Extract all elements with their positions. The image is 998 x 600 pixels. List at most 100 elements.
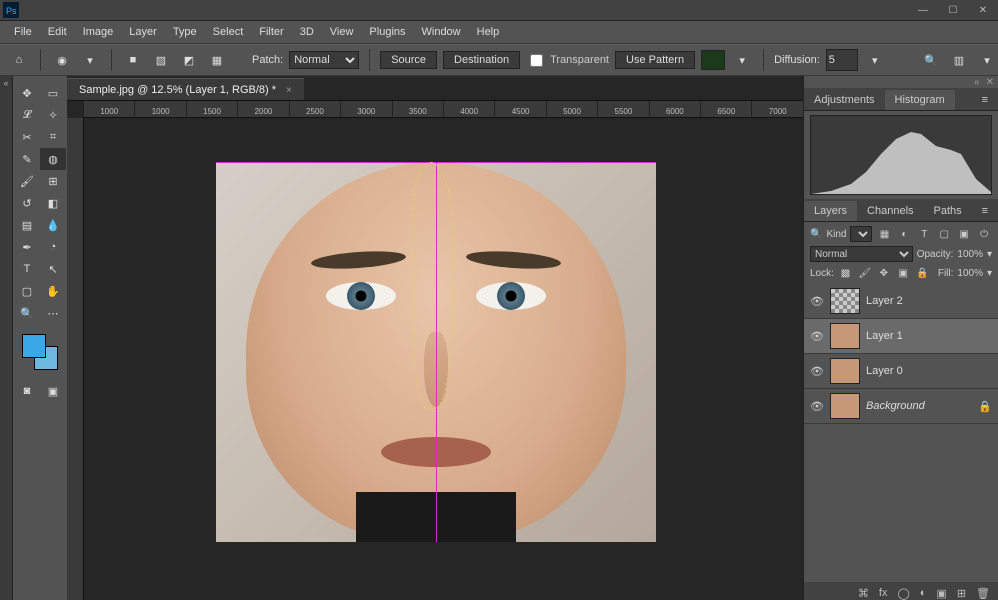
- tab-paths[interactable]: Paths: [924, 201, 972, 221]
- layer-name-label[interactable]: Layer 0: [866, 365, 903, 377]
- chevron-down-icon[interactable]: ▾: [79, 49, 101, 71]
- diffusion-input[interactable]: [826, 49, 858, 71]
- quick-mask-tool[interactable]: ◙: [14, 380, 40, 402]
- layer-thumbnail[interactable]: [830, 358, 860, 384]
- tab-layers[interactable]: Layers: [804, 201, 857, 221]
- menu-filter[interactable]: Filter: [251, 23, 291, 41]
- shape-tool[interactable]: ▢: [14, 280, 40, 302]
- patch-tool[interactable]: ◍: [40, 148, 66, 170]
- layer-mask-icon[interactable]: ◯: [897, 587, 909, 600]
- lasso-tool[interactable]: 𝓛: [14, 104, 40, 126]
- layer-name-label[interactable]: Layer 2: [866, 295, 903, 307]
- layer-name-label[interactable]: Background: [866, 400, 925, 412]
- use-pattern-button[interactable]: Use Pattern: [615, 51, 695, 69]
- search-icon[interactable]: 🔍: [920, 49, 942, 71]
- chevron-down-icon[interactable]: ▾: [976, 49, 998, 71]
- tab-histogram[interactable]: Histogram: [885, 90, 955, 110]
- new-adjustment-icon[interactable]: ◐: [920, 587, 927, 599]
- menu-image[interactable]: Image: [75, 23, 122, 41]
- edit-toolbar[interactable]: ⋯: [40, 302, 66, 324]
- frame-tool[interactable]: ⌗: [40, 126, 66, 148]
- crop-tool[interactable]: ✂: [14, 126, 40, 148]
- layer-thumbnail[interactable]: [830, 393, 860, 419]
- destination-button[interactable]: Destination: [443, 51, 520, 69]
- home-icon[interactable]: ⌂: [8, 49, 30, 71]
- pen-tool[interactable]: ✒: [14, 236, 40, 258]
- delete-layer-icon[interactable]: 🗑: [976, 587, 990, 600]
- chevron-down-icon[interactable]: ▾: [987, 268, 992, 279]
- marquee-tool[interactable]: ▭: [40, 82, 66, 104]
- transparent-checkbox[interactable]: Transparent: [526, 51, 609, 70]
- screen-mode-tool[interactable]: ▣: [40, 380, 66, 402]
- layer-fx-icon[interactable]: fx: [879, 587, 888, 599]
- filter-smart-icon[interactable]: ▣: [956, 227, 972, 241]
- sel-add-icon[interactable]: ▧: [150, 49, 172, 71]
- lock-icon[interactable]: 🔒: [978, 400, 992, 413]
- lock-artboard-icon[interactable]: ▣: [895, 266, 910, 280]
- tab-adjustments[interactable]: Adjustments: [804, 90, 885, 110]
- zoom-tool[interactable]: 🔍: [14, 302, 40, 324]
- brush-tool[interactable]: 🖌: [14, 170, 40, 192]
- layer-row[interactable]: 👁 Layer 2: [804, 284, 998, 319]
- visibility-toggle[interactable]: 👁: [810, 295, 824, 308]
- color-swatches[interactable]: [22, 334, 58, 370]
- filter-adjust-icon[interactable]: ◐: [896, 227, 912, 241]
- patch-selection[interactable]: [411, 162, 453, 409]
- wand-tool[interactable]: ✧: [40, 104, 66, 126]
- link-layers-icon[interactable]: ⌘: [858, 587, 869, 600]
- visibility-toggle[interactable]: 👁: [810, 365, 824, 378]
- hand-tool[interactable]: ✋: [40, 280, 66, 302]
- menu-file[interactable]: File: [6, 23, 40, 41]
- menu-window[interactable]: Window: [414, 23, 469, 41]
- gradient-tool[interactable]: ▤: [14, 214, 40, 236]
- panel-close-icon[interactable]: ✕: [986, 77, 994, 88]
- menu-select[interactable]: Select: [205, 23, 252, 41]
- horizontal-ruler[interactable]: 1000 1000 1500 2000 2500 3000 3500 4000 …: [83, 101, 803, 118]
- new-group-icon[interactable]: ▣: [936, 587, 946, 600]
- filter-type-icon[interactable]: T: [916, 227, 932, 241]
- window-minimize-button[interactable]: —: [908, 0, 938, 20]
- chevron-down-icon[interactable]: ▾: [731, 49, 753, 71]
- panel-menu-icon[interactable]: ≡: [972, 201, 998, 221]
- fill-value[interactable]: 100%: [957, 268, 983, 279]
- pattern-swatch[interactable]: [701, 50, 725, 70]
- filter-shape-icon[interactable]: ▢: [936, 227, 952, 241]
- panel-collapse-icon[interactable]: «: [974, 77, 980, 88]
- history-brush-tool[interactable]: ↺: [14, 192, 40, 214]
- menu-edit[interactable]: Edit: [40, 23, 75, 41]
- vertical-ruler[interactable]: [67, 118, 84, 600]
- path-select-tool[interactable]: ↖: [40, 258, 66, 280]
- document-tab[interactable]: Sample.jpg @ 12.5% (Layer 1, RGB/8) * ×: [67, 78, 304, 100]
- chevron-down-icon[interactable]: ▾: [987, 249, 992, 260]
- menu-layer[interactable]: Layer: [121, 23, 165, 41]
- transparent-check-input[interactable]: [530, 54, 543, 67]
- lock-all-icon[interactable]: 🔒: [915, 266, 930, 280]
- layer-filter-select[interactable]: [850, 226, 872, 242]
- menu-plugins[interactable]: Plugins: [361, 23, 413, 41]
- menu-view[interactable]: View: [322, 23, 362, 41]
- blend-mode-select[interactable]: Normal: [810, 246, 913, 262]
- source-button[interactable]: Source: [380, 51, 437, 69]
- filter-pixel-icon[interactable]: ▦: [876, 227, 892, 241]
- filter-toggle-icon[interactable]: ⏻: [976, 227, 992, 241]
- visibility-toggle[interactable]: 👁: [810, 330, 824, 343]
- collapse-strip[interactable]: «: [0, 76, 13, 600]
- visibility-toggle[interactable]: 👁: [810, 400, 824, 413]
- sel-int-icon[interactable]: ▦: [206, 49, 228, 71]
- canvas-viewport[interactable]: [84, 118, 803, 600]
- lock-position-icon[interactable]: ✥: [876, 266, 891, 280]
- document-canvas[interactable]: [216, 162, 656, 542]
- menu-type[interactable]: Type: [165, 23, 205, 41]
- tab-channels[interactable]: Channels: [857, 201, 923, 221]
- lock-transparent-icon[interactable]: ▩: [838, 266, 853, 280]
- tool-preset-icon[interactable]: ◉: [51, 49, 73, 71]
- sel-sub-icon[interactable]: ◩: [178, 49, 200, 71]
- blur-tool[interactable]: 💧: [40, 214, 66, 236]
- layer-row[interactable]: 👁 Layer 0: [804, 354, 998, 389]
- menu-3d[interactable]: 3D: [292, 23, 322, 41]
- eyedropper-tool[interactable]: ✎: [14, 148, 40, 170]
- move-tool[interactable]: ✥: [14, 82, 40, 104]
- window-close-button[interactable]: ✕: [968, 0, 998, 20]
- new-layer-icon[interactable]: ⊞: [957, 587, 966, 600]
- opacity-value[interactable]: 100%: [957, 249, 983, 260]
